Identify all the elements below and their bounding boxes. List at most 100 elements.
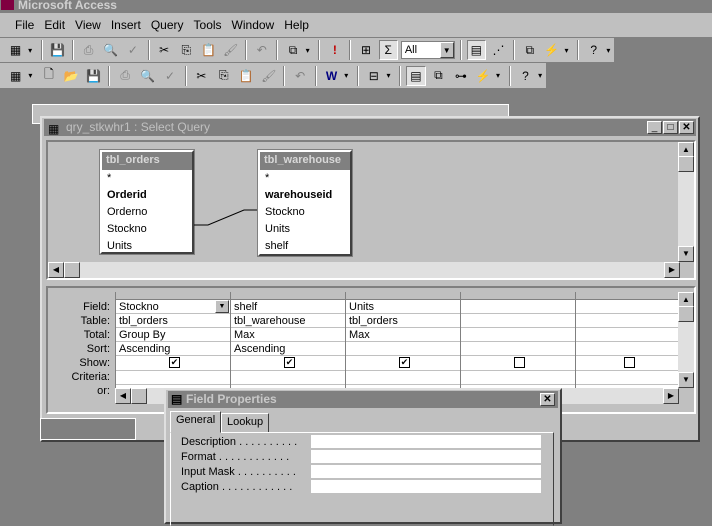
caption-input[interactable] bbox=[311, 480, 541, 493]
show-checkbox[interactable] bbox=[623, 357, 635, 368]
table-name[interactable]: tbl_orders bbox=[102, 152, 192, 170]
maximize-button[interactable]: □ bbox=[663, 121, 678, 134]
chevron-down-icon[interactable]: ▼ bbox=[215, 300, 229, 313]
help-dropdown[interactable]: ▾ bbox=[538, 71, 546, 80]
tab-general[interactable]: General bbox=[170, 411, 222, 433]
minimize-button[interactable]: _ bbox=[647, 121, 662, 134]
menu-help[interactable]: Help bbox=[279, 18, 314, 32]
sort-cell[interactable]: Ascending bbox=[116, 342, 230, 356]
query-type-icon[interactable]: ⧉ bbox=[283, 40, 302, 60]
print-preview-icon[interactable]: 🔍 bbox=[101, 40, 120, 60]
format-painter-icon[interactable]: 🖌 bbox=[221, 40, 240, 60]
query-type-dropdown[interactable]: ▾ bbox=[306, 46, 314, 55]
menu-tools[interactable]: Tools bbox=[189, 18, 227, 32]
table-box-tbl-orders[interactable]: tbl_orders * Orderid Orderno Stockno Uni… bbox=[99, 149, 195, 255]
sort-cell[interactable] bbox=[346, 342, 460, 356]
close-button[interactable]: ✕ bbox=[679, 121, 694, 134]
scroll-thumb[interactable] bbox=[678, 156, 694, 172]
menu-insert[interactable]: Insert bbox=[106, 18, 146, 32]
save-icon[interactable]: 💾 bbox=[84, 66, 103, 86]
cut-icon[interactable]: ✂ bbox=[155, 40, 174, 60]
show-checkbox[interactable]: ✔ bbox=[169, 357, 180, 368]
new-object-icon[interactable]: ⚡ bbox=[542, 40, 561, 60]
open-icon[interactable]: 📂 bbox=[62, 66, 81, 86]
field-cell[interactable] bbox=[461, 300, 575, 314]
office-links-dropdown[interactable]: ▾ bbox=[344, 71, 352, 80]
view-icon[interactable]: ▦ bbox=[6, 40, 25, 60]
database-window-icon[interactable]: ⧉ bbox=[520, 40, 539, 60]
field-list-item[interactable]: Units bbox=[102, 238, 192, 255]
scroll-down-icon[interactable]: ▼ bbox=[678, 246, 694, 262]
criteria-cell[interactable] bbox=[116, 371, 230, 385]
total-cell[interactable]: Group By bbox=[116, 328, 230, 342]
criteria-cell[interactable] bbox=[346, 371, 460, 385]
criteria-cell[interactable] bbox=[231, 371, 345, 385]
cut-icon[interactable]: ✂ bbox=[192, 66, 211, 86]
field-cell[interactable]: Stockno ▼ bbox=[116, 300, 230, 314]
vertical-scrollbar[interactable]: ▲ ▼ bbox=[678, 142, 694, 262]
table-cell[interactable]: tbl_orders bbox=[346, 314, 460, 328]
table-cell[interactable] bbox=[576, 314, 679, 328]
field-list-item[interactable]: shelf bbox=[260, 238, 350, 255]
close-button[interactable]: ✕ bbox=[540, 393, 555, 406]
menu-file[interactable]: File bbox=[10, 18, 39, 32]
menu-edit[interactable]: Edit bbox=[39, 18, 70, 32]
build-icon[interactable]: ⋰ bbox=[489, 40, 508, 60]
grid-vertical-scrollbar[interactable]: ▲ ▼ bbox=[678, 292, 694, 388]
field-list-item[interactable]: * bbox=[102, 170, 192, 187]
totals-icon[interactable]: Σ bbox=[378, 40, 398, 60]
table-cell[interactable]: tbl_orders bbox=[116, 314, 230, 328]
paste-icon[interactable]: 📋 bbox=[199, 40, 218, 60]
field-cell[interactable]: shelf bbox=[231, 300, 345, 314]
copy-icon[interactable]: ⎘ bbox=[214, 66, 233, 86]
menu-window[interactable]: Window bbox=[227, 18, 280, 32]
field-list-item[interactable]: * bbox=[260, 170, 350, 187]
field-list-item[interactable]: Stockno bbox=[260, 204, 350, 221]
table-box-tbl-warehouse[interactable]: tbl_warehouse * warehouseid Stockno Unit… bbox=[257, 149, 353, 257]
top-values-combo[interactable]: All ▼ bbox=[400, 41, 455, 59]
chevron-down-icon[interactable]: ▼ bbox=[439, 42, 454, 58]
column-selector[interactable] bbox=[116, 292, 230, 300]
relationships-icon[interactable]: ⊶ bbox=[451, 66, 470, 86]
undo-icon[interactable]: ↶ bbox=[290, 66, 309, 86]
analyze-icon[interactable]: ⊟ bbox=[364, 66, 383, 86]
show-checkbox[interactable] bbox=[514, 357, 525, 368]
view-dropdown[interactable]: ▾ bbox=[28, 71, 36, 80]
scroll-thumb[interactable] bbox=[678, 306, 694, 322]
column-selector[interactable] bbox=[576, 292, 679, 300]
help-dropdown[interactable]: ▾ bbox=[606, 46, 614, 55]
field-list-item[interactable]: Stockno bbox=[102, 221, 192, 238]
field-list-item[interactable]: warehouseid bbox=[260, 187, 350, 204]
query-window-title-bar[interactable]: ▦ qry_stkwhr1 : Select Query _ □ ✕ bbox=[44, 119, 696, 136]
column-selector[interactable] bbox=[346, 292, 460, 300]
join-line[interactable] bbox=[194, 202, 258, 232]
criteria-cell[interactable] bbox=[576, 371, 679, 385]
scroll-right-icon[interactable]: ▶ bbox=[664, 262, 680, 278]
scroll-down-icon[interactable]: ▼ bbox=[678, 372, 694, 388]
view-dropdown[interactable]: ▾ bbox=[28, 46, 36, 55]
scroll-right-icon[interactable]: ▶ bbox=[663, 388, 679, 404]
print-icon[interactable]: ⎙ bbox=[79, 40, 98, 60]
new-object-icon[interactable]: ⚡ bbox=[474, 66, 493, 86]
new-icon[interactable]: 🗋 bbox=[39, 66, 58, 86]
database-window-icon[interactable]: ⧉ bbox=[429, 66, 448, 86]
paste-icon[interactable]: 📋 bbox=[237, 66, 256, 86]
help-icon[interactable]: ? bbox=[584, 40, 603, 60]
show-checkbox[interactable]: ✔ bbox=[399, 357, 410, 368]
menu-query[interactable]: Query bbox=[146, 18, 189, 32]
sort-cell[interactable] bbox=[461, 342, 575, 356]
field-cell[interactable]: Units bbox=[346, 300, 460, 314]
properties-icon[interactable]: ▤ bbox=[406, 65, 426, 86]
sort-cell[interactable] bbox=[576, 342, 679, 356]
print-icon[interactable]: ⎙ bbox=[115, 66, 134, 86]
run-icon[interactable]: ! bbox=[325, 40, 344, 60]
show-table-icon[interactable]: ⊞ bbox=[356, 40, 375, 60]
format-input[interactable] bbox=[311, 450, 541, 463]
scroll-thumb[interactable] bbox=[64, 262, 80, 278]
total-cell[interactable]: Max bbox=[231, 328, 345, 342]
print-preview-icon[interactable]: 🔍 bbox=[138, 66, 157, 86]
scroll-left-icon[interactable]: ◀ bbox=[115, 388, 131, 404]
new-object-dropdown[interactable]: ▾ bbox=[496, 71, 504, 80]
save-icon[interactable]: 💾 bbox=[48, 40, 67, 60]
input-mask-input[interactable] bbox=[311, 465, 541, 478]
